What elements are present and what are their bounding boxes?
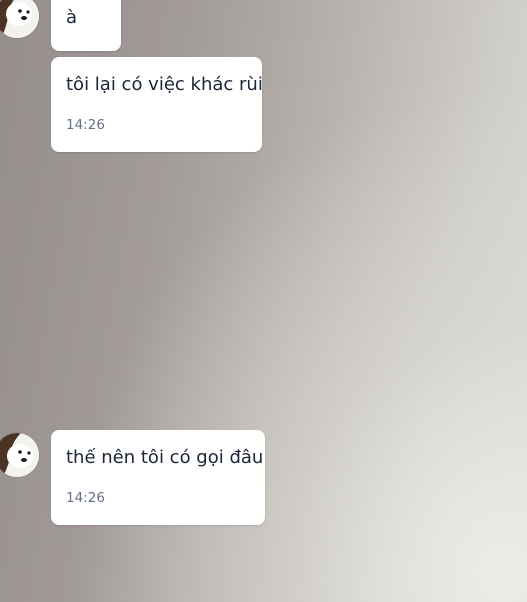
bear-avatar-icon (0, 0, 39, 38)
avatar[interactable] (0, 0, 39, 38)
message-bubble[interactable]: thế nên tôi có gọi đâu 14:26 (51, 430, 265, 525)
message-text: thế nên tôi có gọi đâu (66, 447, 264, 468)
message-text: à (66, 7, 78, 28)
message-timestamp: 14:26 (66, 117, 105, 133)
avatar[interactable] (0, 433, 39, 477)
message-text: tôi lại có việc khác rùi (66, 74, 263, 95)
bear-avatar-icon (0, 433, 39, 477)
message-timestamp: 14:26 (66, 490, 105, 506)
message-bubble[interactable]: à (51, 0, 121, 51)
chat-message-list[interactable]: à tôi lại có việc khác rùi 14:26 thế nên… (0, 0, 527, 602)
message-bubble[interactable]: tôi lại có việc khác rùi 14:26 (51, 57, 263, 152)
